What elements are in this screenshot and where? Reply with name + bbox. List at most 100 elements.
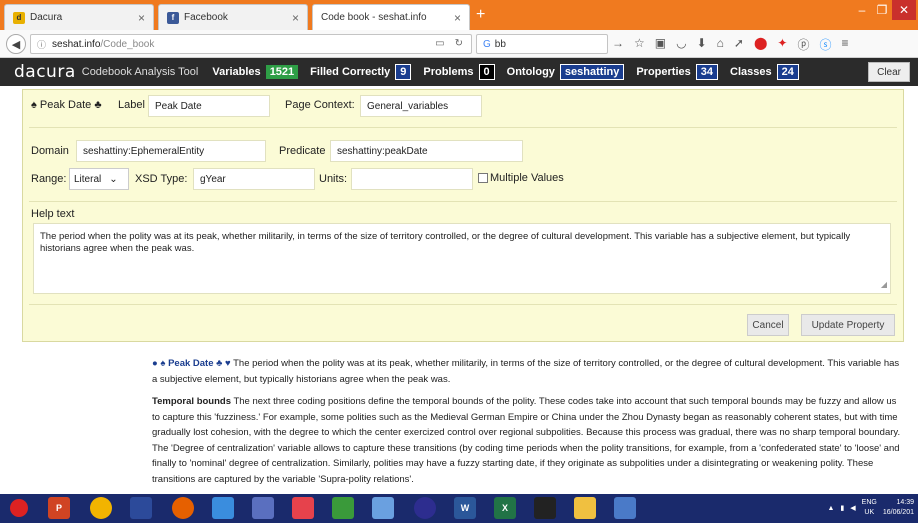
tray-arrow-icon[interactable]: ▲ xyxy=(827,505,834,512)
maximize-button[interactable]: ❐ xyxy=(872,0,892,20)
predicate-input[interactable]: seshattiny:peakDate xyxy=(330,140,523,162)
app-title: Codebook Analysis Tool xyxy=(81,66,199,78)
dacura-toolbar: dacura Codebook Analysis Tool Variables 1… xyxy=(0,58,918,86)
volume-icon[interactable]: ◀ xyxy=(850,504,855,512)
system-tray: ▲ ▮ ◀ ENG UK 14:39 16/06/201 xyxy=(827,498,914,518)
help-text-value: The period when the polity was at its pe… xyxy=(40,231,851,254)
arrow-left-icon: ◀ xyxy=(11,38,21,51)
app-icon[interactable] xyxy=(252,497,274,519)
search-engine-icon: G xyxy=(483,38,491,50)
classes-count-badge: 24 xyxy=(776,64,799,80)
minimize-button[interactable]: – xyxy=(852,0,872,20)
tab-label: Code book - seshat.info xyxy=(321,12,427,23)
stat-classes: Classes 24 xyxy=(730,64,799,80)
adblock-icon[interactable]: ⬤ xyxy=(754,36,767,53)
app-icon[interactable] xyxy=(414,497,436,519)
variable-title: ♠ Peak Date ♣ xyxy=(31,99,102,111)
pinterest-icon[interactable]: ⓟ xyxy=(797,36,809,53)
xsd-type-input[interactable]: gYear xyxy=(193,168,315,190)
app-icon[interactable] xyxy=(130,497,152,519)
variables-count-badge: 1521 xyxy=(265,65,299,79)
checkbox-icon xyxy=(478,173,488,183)
facebook-favicon-icon: f xyxy=(167,11,179,24)
help-text-area[interactable]: The period when the polity was at its pe… xyxy=(33,223,891,294)
domain-label: Domain xyxy=(31,145,69,157)
powerpoint-icon[interactable]: P xyxy=(48,497,70,519)
units-input[interactable] xyxy=(351,168,473,190)
browser-navbar: ◀ ⓘ seshat.info/Code_book ▭ ↻ G bb → ☆ ▣ … xyxy=(0,30,918,58)
cancel-button[interactable]: Cancel xyxy=(747,314,789,336)
firefox-icon[interactable] xyxy=(172,497,194,519)
stat-variables: Variables 1521 xyxy=(212,65,299,79)
tab-dacura[interactable]: d Dacura × xyxy=(4,4,154,30)
language-indicator[interactable]: ENG UK xyxy=(862,498,877,518)
temporal-bounds-entry: Temporal bounds The next three coding po… xyxy=(152,394,902,487)
bookmark-star-icon[interactable]: ☆ xyxy=(634,36,645,53)
new-tab-button[interactable]: + xyxy=(476,6,485,24)
tab-codebook[interactable]: Code book - seshat.info × xyxy=(312,4,470,30)
update-property-button[interactable]: Update Property xyxy=(801,314,895,336)
problems-count-badge: 0 xyxy=(478,64,495,80)
peak-date-text: The period when the polity was at its pe… xyxy=(152,358,900,385)
extension-icon[interactable]: ✦ xyxy=(777,36,787,53)
range-select[interactable]: Literal ⌄ xyxy=(69,168,129,190)
help-text-label: Help text xyxy=(31,208,75,220)
start-button-icon[interactable] xyxy=(10,499,28,517)
network-icon[interactable]: ▮ xyxy=(840,504,844,512)
peak-date-link[interactable]: ♠ Peak Date ♣ ♥ xyxy=(160,358,230,369)
info-icon: ⓘ xyxy=(37,39,47,50)
divider xyxy=(29,201,897,202)
properties-count-badge: 34 xyxy=(695,64,719,80)
bookmarks-icon[interactable]: ▣ xyxy=(655,36,666,53)
stat-filled-correctly: Filled Correctly 9 xyxy=(310,64,412,80)
app-icon[interactable] xyxy=(372,497,394,519)
pocket-icon[interactable]: ◡ xyxy=(676,36,686,53)
download-icon[interactable]: ⬇ xyxy=(697,36,707,53)
chrome-icon[interactable] xyxy=(90,497,112,519)
close-icon[interactable]: × xyxy=(292,11,299,25)
word-icon[interactable]: W xyxy=(454,497,476,519)
url-domain: seshat.info xyxy=(52,38,101,50)
stat-properties: Properties 34 xyxy=(636,64,719,80)
page-context-input[interactable]: General_variables xyxy=(360,95,482,117)
dacura-logo: dacura xyxy=(14,62,76,82)
dacura-favicon-icon: d xyxy=(13,11,25,24)
explorer-icon[interactable] xyxy=(212,497,234,519)
send-icon[interactable]: ➚ xyxy=(734,36,744,53)
temporal-bounds-text: The next three coding positions define t… xyxy=(152,396,901,485)
back-button[interactable]: ◀ xyxy=(6,34,26,54)
app-icon[interactable] xyxy=(614,497,636,519)
app-icon[interactable] xyxy=(332,497,354,519)
home-icon[interactable]: ⌂ xyxy=(717,36,724,53)
reader-view-icon[interactable]: ▭ xyxy=(435,38,444,49)
chevron-down-icon: ⌄ xyxy=(109,173,118,185)
close-icon[interactable]: × xyxy=(454,11,461,25)
multiple-values-checkbox[interactable]: Multiple Values xyxy=(478,172,564,184)
reload-icon[interactable]: ↻ xyxy=(455,38,463,49)
close-window-button[interactable]: ✕ xyxy=(892,0,916,20)
search-value: bb xyxy=(494,38,506,50)
tab-facebook[interactable]: f Facebook × xyxy=(158,4,308,30)
xsd-type-label: XSD Type: xyxy=(135,173,188,185)
skype-icon[interactable]: ⓢ xyxy=(819,36,831,53)
address-bar[interactable]: ⓘ seshat.info/Code_book ▭ ↻ xyxy=(30,34,472,54)
tab-label: Dacura xyxy=(30,12,63,23)
clock[interactable]: 14:39 16/06/201 xyxy=(883,498,914,518)
menu-icon[interactable]: ≡ xyxy=(842,36,849,53)
temporal-bounds-heading: Temporal bounds xyxy=(152,396,231,407)
clear-button[interactable]: Clear xyxy=(868,62,910,82)
folder-icon[interactable] xyxy=(574,497,596,519)
label-input[interactable]: Peak Date xyxy=(148,95,270,117)
resize-handle-icon[interactable]: ◢ xyxy=(881,279,887,291)
page: dacura Codebook Analysis Tool Variables 1… xyxy=(0,58,918,494)
terminal-icon[interactable] xyxy=(534,497,556,519)
domain-input[interactable]: seshattiny:EphemeralEntity xyxy=(76,140,266,162)
app-icon[interactable] xyxy=(292,497,314,519)
url-path: /Code_book xyxy=(100,38,155,50)
go-arrow-icon[interactable]: → xyxy=(612,36,624,53)
excel-icon[interactable]: X xyxy=(494,497,516,519)
property-editor-panel: ♠ Peak Date ♣ Label Peak Date Page Conte… xyxy=(22,89,904,342)
close-icon[interactable]: × xyxy=(138,11,145,25)
search-input[interactable]: G bb xyxy=(476,34,608,54)
filled-count-badge: 9 xyxy=(395,64,412,80)
